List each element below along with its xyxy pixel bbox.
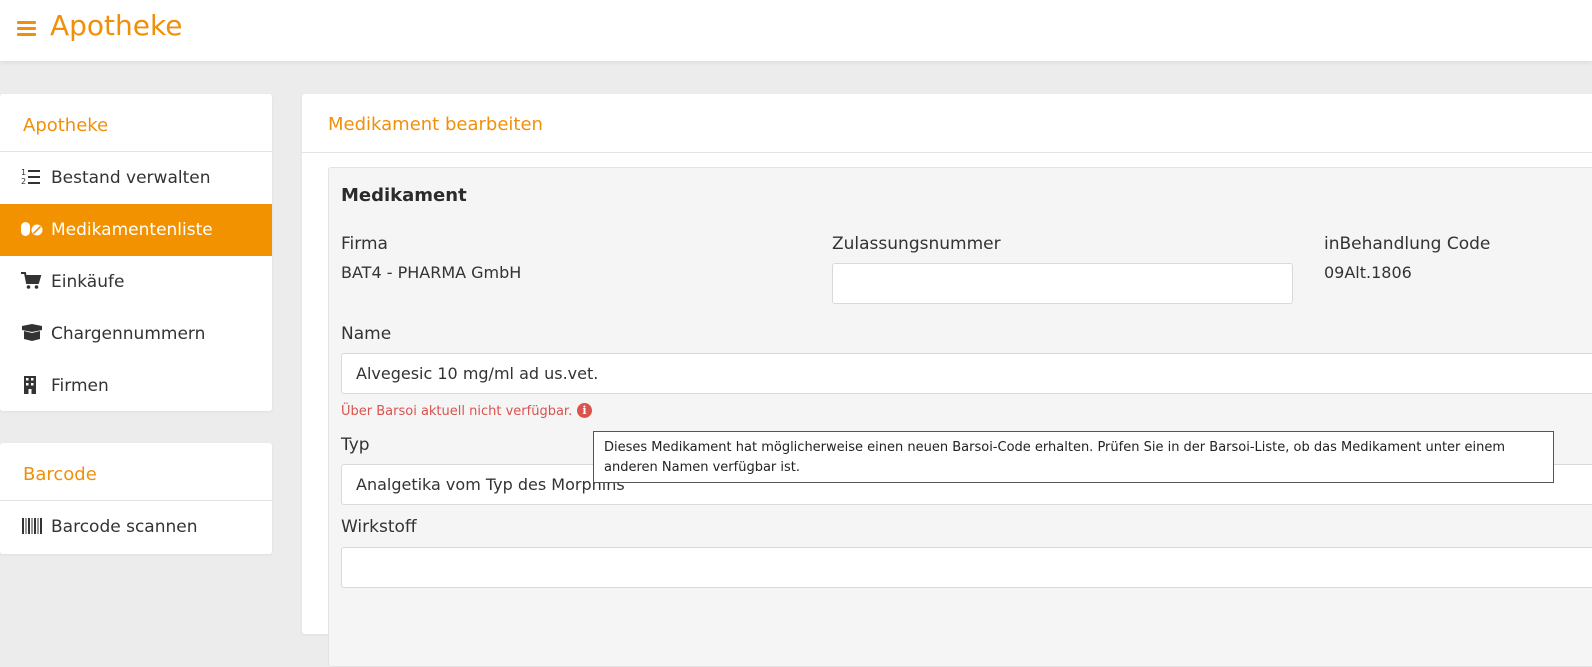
barcode-icon xyxy=(22,518,42,534)
wirkstoff-label: Wirkstoff xyxy=(341,517,417,537)
section-title: Medikament xyxy=(341,185,467,206)
sidebar-item-label: Barcode scannen xyxy=(51,517,198,537)
sidebar-section-title: Apotheke xyxy=(0,94,272,152)
name-warning: Über Barsoi aktuell nicht verfügbar. xyxy=(341,404,573,419)
app-title: Apotheke xyxy=(50,9,183,42)
sidebar-item-label: Einkäufe xyxy=(51,272,125,292)
sidebar-item-barcode-scannen[interactable]: Barcode scannen xyxy=(0,501,272,553)
zulassungsnummer-input[interactable] xyxy=(832,263,1293,304)
sidebar-barcode: Barcode Barcode scannen xyxy=(0,443,272,554)
name-label: Name xyxy=(341,324,392,344)
barsoi-tooltip: Dieses Medikament hat möglicherweise ein… xyxy=(593,431,1554,483)
sidebar-item-chargennummern[interactable]: Chargennummern xyxy=(0,308,272,360)
sidebar-apotheke: Apotheke 1 2 Bestand verwalten Medikamen… xyxy=(0,94,272,411)
svg-text:2: 2 xyxy=(21,177,26,186)
sidebar-item-label: Bestand verwalten xyxy=(51,168,211,188)
numbered-list-icon: 1 2 xyxy=(21,168,40,186)
inbehandlung-code-label: inBehandlung Code xyxy=(1324,234,1491,254)
shopping-cart-icon xyxy=(21,272,42,289)
sidebar-item-label: Firmen xyxy=(51,376,109,396)
sidebar-item-bestand-verwalten[interactable]: 1 2 Bestand verwalten xyxy=(0,152,272,204)
sidebar-item-medikamentenliste[interactable]: Medikamentenliste xyxy=(0,204,272,256)
info-icon[interactable]: i xyxy=(577,403,592,418)
svg-text:1: 1 xyxy=(21,168,26,177)
main-panel: Medikament bearbeiten Medikament Firma B… xyxy=(302,94,1592,667)
box-open-icon xyxy=(22,324,42,341)
sidebar-item-firmen[interactable]: Firmen xyxy=(0,360,272,412)
wirkstoff-input[interactable] xyxy=(341,547,1592,588)
inbehandlung-code-value: 09Alt.1806 xyxy=(1324,263,1412,282)
firma-value: BAT4 - PHARMA GmbH xyxy=(341,263,522,282)
medikament-form: Medikament Firma BAT4 - PHARMA GmbH Zula… xyxy=(328,167,1592,667)
sidebar-item-einkaeufe[interactable]: Einkäufe xyxy=(0,256,272,308)
page-title: Medikament bearbeiten xyxy=(302,94,1592,153)
pills-icon xyxy=(21,222,43,236)
name-input[interactable] xyxy=(341,353,1592,394)
building-icon xyxy=(24,376,36,394)
sidebar-item-label: Chargennummern xyxy=(51,324,206,344)
top-bar: Apotheke xyxy=(0,0,1592,61)
hamburger-menu-icon[interactable] xyxy=(17,21,36,36)
sidebar-item-label: Medikamentenliste xyxy=(51,220,213,240)
typ-label: Typ xyxy=(341,435,370,455)
firma-label: Firma xyxy=(341,234,388,254)
zulassungsnummer-label: Zulassungsnummer xyxy=(832,234,1001,254)
sidebar-section-title: Barcode xyxy=(0,443,272,501)
